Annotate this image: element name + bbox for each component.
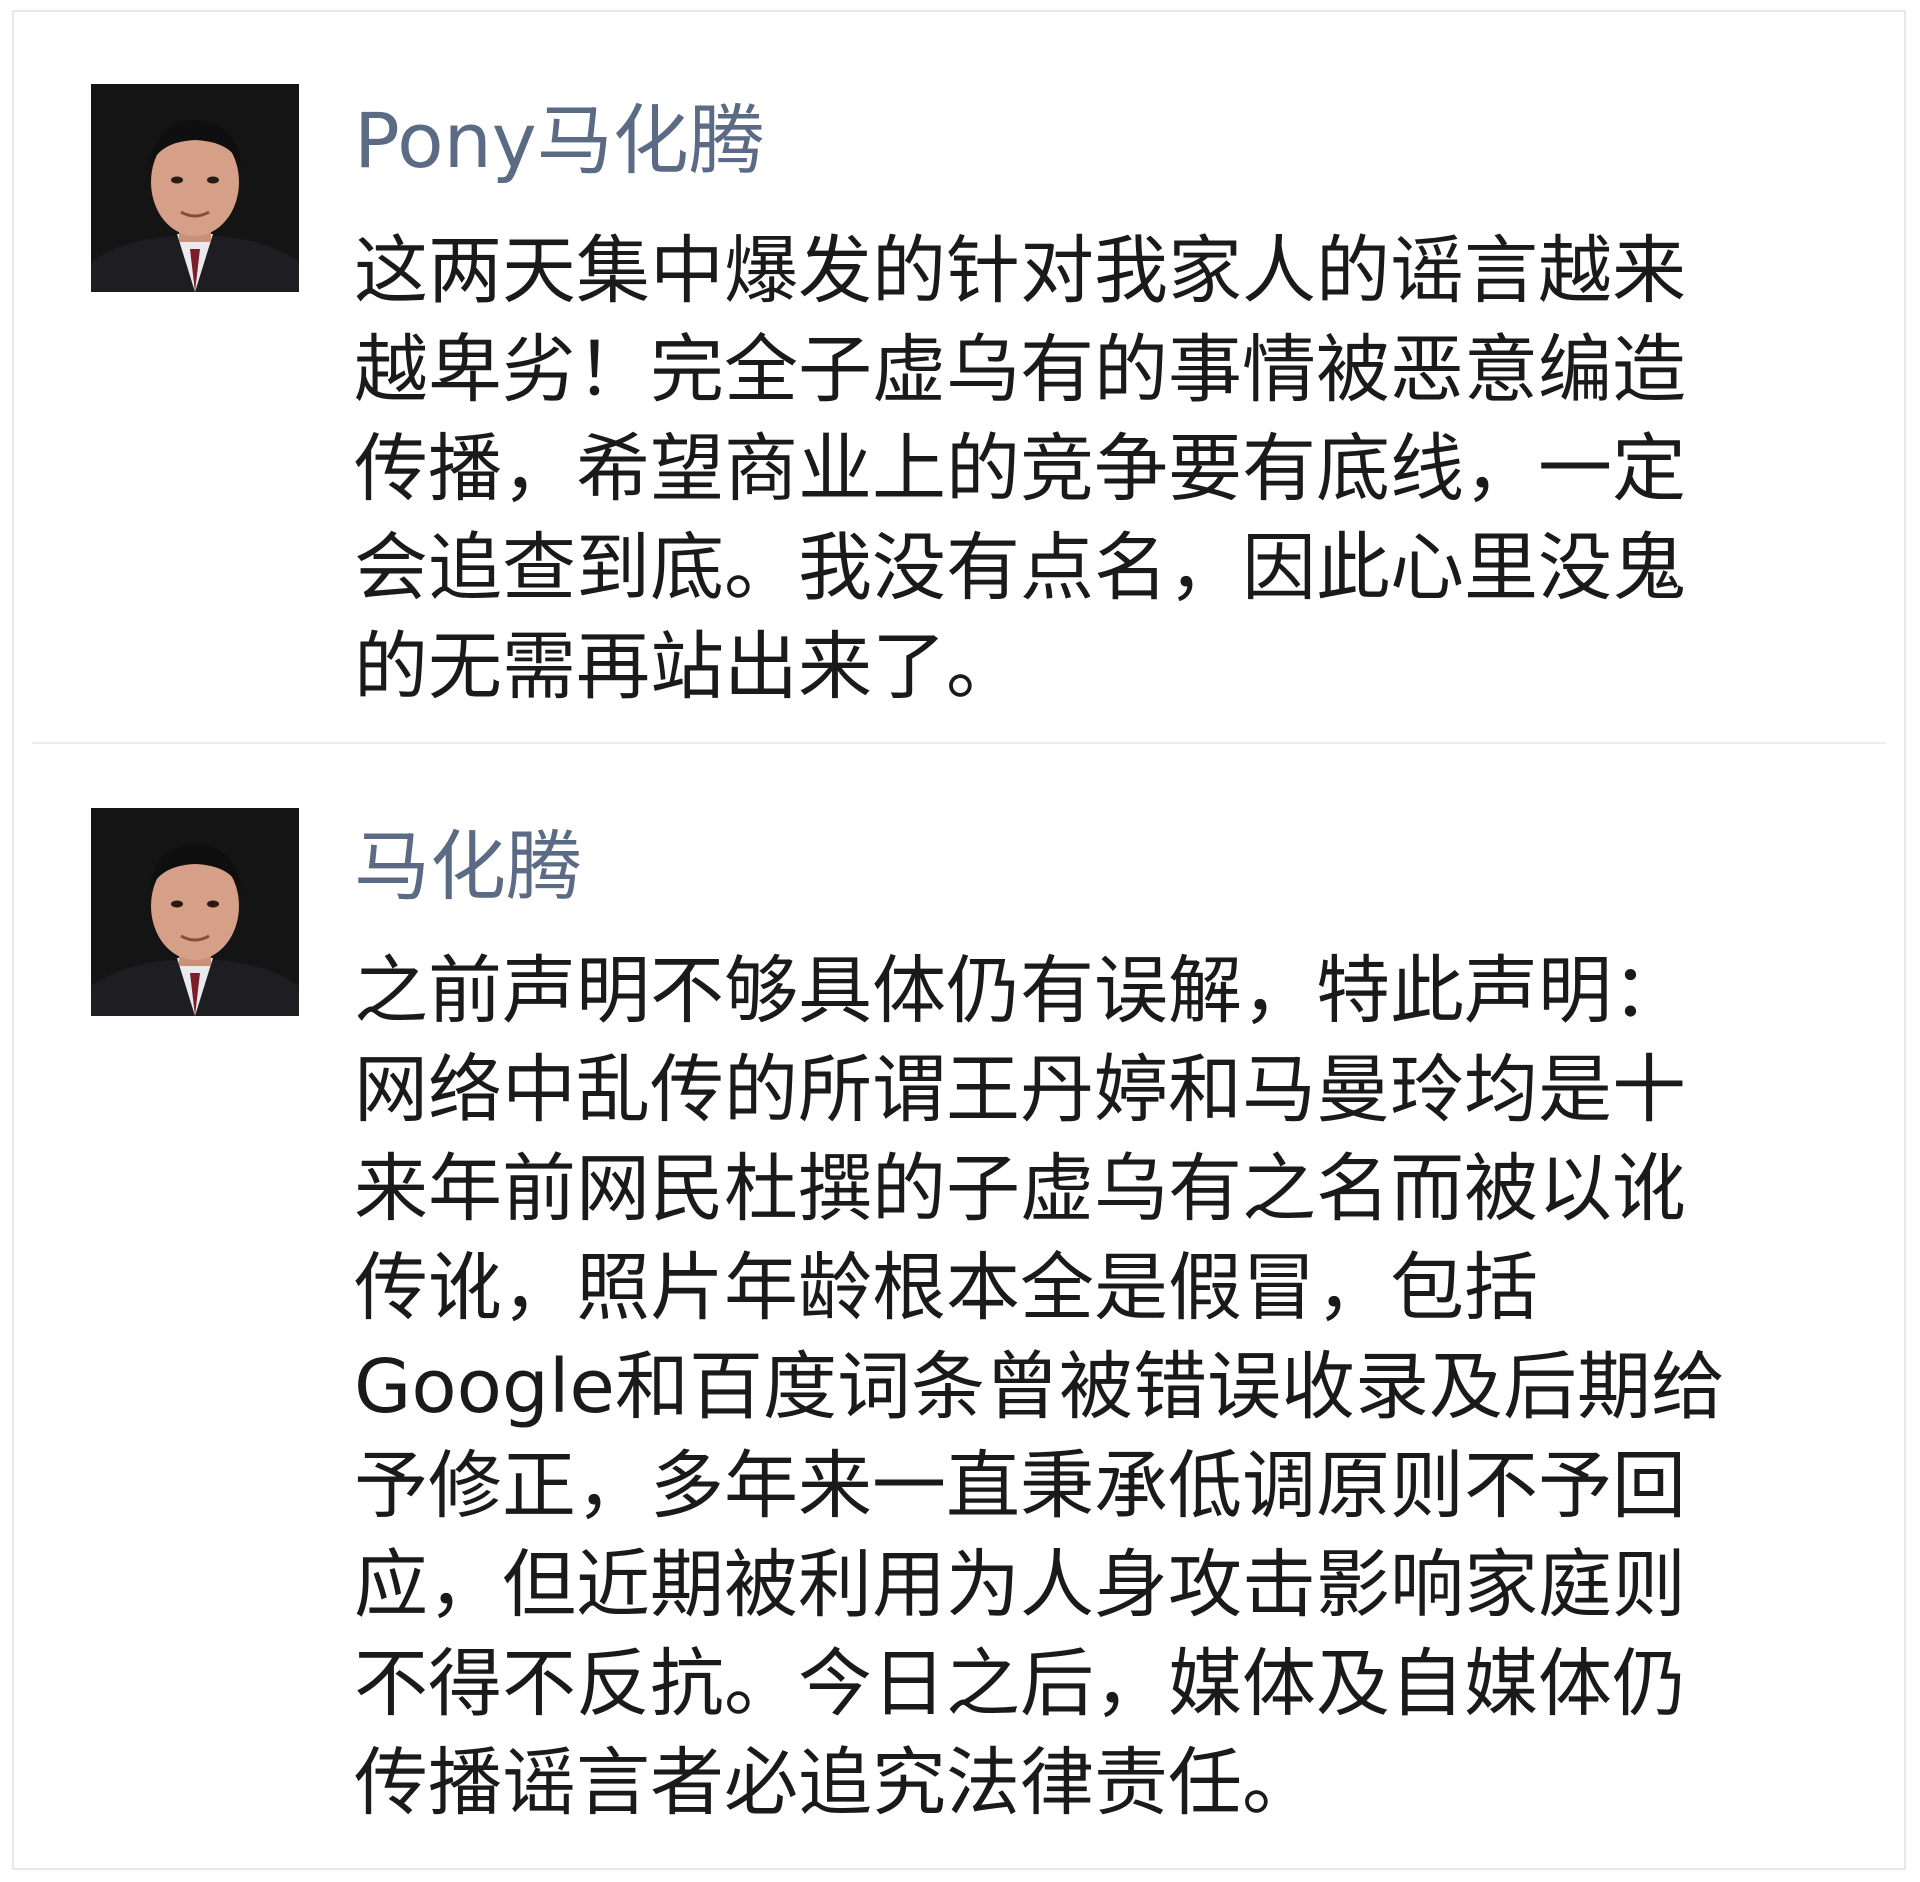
content-line: 这两天集中爆发的针对我家人的谣言越来 xyxy=(354,228,1686,314)
user-avatar-photo-icon xyxy=(91,808,299,1016)
content-line: 来年前网民杜撰的子虚乌有之名而被以讹 xyxy=(354,1146,1686,1232)
author-name[interactable]: Pony马化腾 xyxy=(354,96,765,186)
content-line: 不得不反抗。今日之后，媒体及自媒体仍 xyxy=(354,1641,1686,1727)
content-line: 会追查到底。我没有点名，因此心里没鬼 xyxy=(354,525,1686,611)
content-line: 传讹，照片年龄根本全是假冒，包括 xyxy=(354,1245,1538,1331)
content-line: 传播，希望商业上的竞争要有底线，一定 xyxy=(354,426,1686,512)
avatar[interactable] xyxy=(91,808,299,1016)
content-line: 传播谣言者必追究法律责任。 xyxy=(354,1740,1316,1826)
content-line: 网络中乱传的所谓王丹婷和马曼玲均是十 xyxy=(354,1047,1686,1133)
post-content: 这两天集中爆发的针对我家人的谣言越来 越卑劣！完全子虚乌有的事情被恶意编造 传播… xyxy=(354,222,1844,717)
post-content: 之前声明不够具体仍有误解，特此声明： 网络中乱传的所谓王丹婷和马曼玲均是十 来年… xyxy=(354,942,1844,1833)
post-item: 马化腾 之前声明不够具体仍有误解，特此声明： 网络中乱传的所谓王丹婷和马曼玲均是… xyxy=(14,746,1904,1870)
feed-container: Pony马化腾 这两天集中爆发的针对我家人的谣言越来 越卑劣！完全子虚乌有的事情… xyxy=(12,10,1906,1870)
avatar[interactable] xyxy=(91,84,299,292)
author-name[interactable]: 马化腾 xyxy=(354,822,582,912)
content-line: 越卑劣！完全子虚乌有的事情被恶意编造 xyxy=(354,327,1686,413)
content-line: 应，但近期被利用为人身攻击影响家庭则 xyxy=(354,1542,1686,1628)
post-item: Pony马化腾 这两天集中爆发的针对我家人的谣言越来 越卑劣！完全子虚乌有的事情… xyxy=(14,12,1904,746)
content-line: 之前声明不够具体仍有误解，特此声明： xyxy=(354,948,1686,1034)
content-line: 予修正，多年来一直秉承低调原则不予回 xyxy=(354,1443,1686,1529)
user-avatar-photo-icon xyxy=(91,84,299,292)
content-line: Google和百度词条曾被错误收录及后期给 xyxy=(354,1344,1725,1430)
content-line: 的无需再站出来了。 xyxy=(354,624,1020,710)
post-divider xyxy=(32,742,1886,744)
